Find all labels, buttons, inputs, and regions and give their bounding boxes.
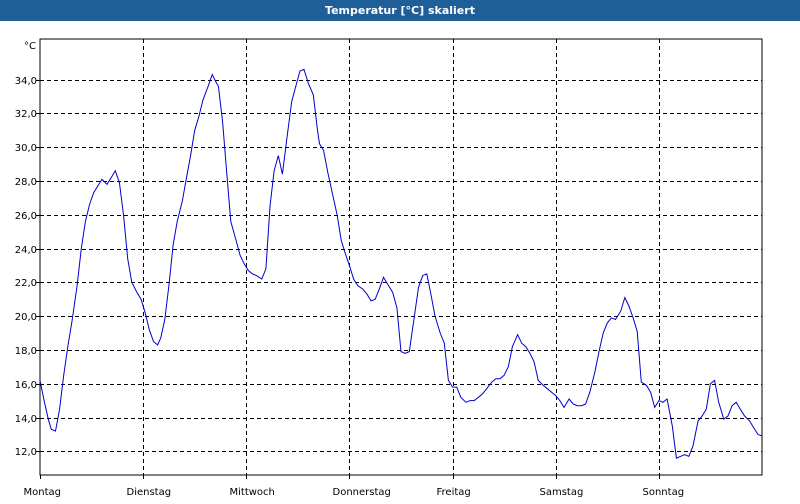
x-tick-day-label: Dienstag xyxy=(127,487,172,498)
x-axis: Montag17.06.13Dienstag18.06.13Mittwoch19… xyxy=(24,475,687,504)
x-tick-day-label: Samstag xyxy=(540,487,584,498)
x-tick-day-label: Mittwoch xyxy=(230,487,275,498)
y-tick-label: 12,0 xyxy=(15,447,37,458)
y-tick-label: 22,0 xyxy=(15,278,37,289)
y-tick-label: 32,0 xyxy=(15,109,37,120)
x-tick-day-label: Sonntag xyxy=(643,487,685,498)
y-tick-label: 20,0 xyxy=(15,312,37,323)
x-tick-day-label: Montag xyxy=(24,487,61,498)
y-tick-label: 16,0 xyxy=(15,380,37,391)
x-tick-day-label: Freitag xyxy=(437,487,471,498)
chart-title-bar: Temperatur [°C] skaliert xyxy=(0,0,800,21)
y-tick-label: 18,0 xyxy=(15,346,37,357)
y-tick-label: 30,0 xyxy=(15,143,37,154)
plot-frame xyxy=(39,38,763,476)
temperature-chart: 12,0 14,0 16,0 18,0 20,0 22,0 24,0 26,0 28,0 30,0… xyxy=(15,38,763,504)
x-tick-day-label: Donnerstag xyxy=(333,487,391,498)
y-tick-label: 28,0 xyxy=(15,177,37,188)
y-tick-label: 26,0 xyxy=(15,211,37,222)
y-tick-label: 14,0 xyxy=(15,414,37,425)
y-tick-label: 24,0 xyxy=(15,245,37,256)
y-tick-label: 34,0 xyxy=(15,76,37,87)
y-axis: 12,0 14,0 16,0 18,0 20,0 22,0 24,0 26,0 28,0 30,0… xyxy=(15,76,40,458)
y-axis-unit-label: °C xyxy=(24,41,36,52)
chart-area: 12,0 14,0 16,0 18,0 20,0 22,0 24,0 26,0 28,0 30,0… xyxy=(0,21,800,504)
